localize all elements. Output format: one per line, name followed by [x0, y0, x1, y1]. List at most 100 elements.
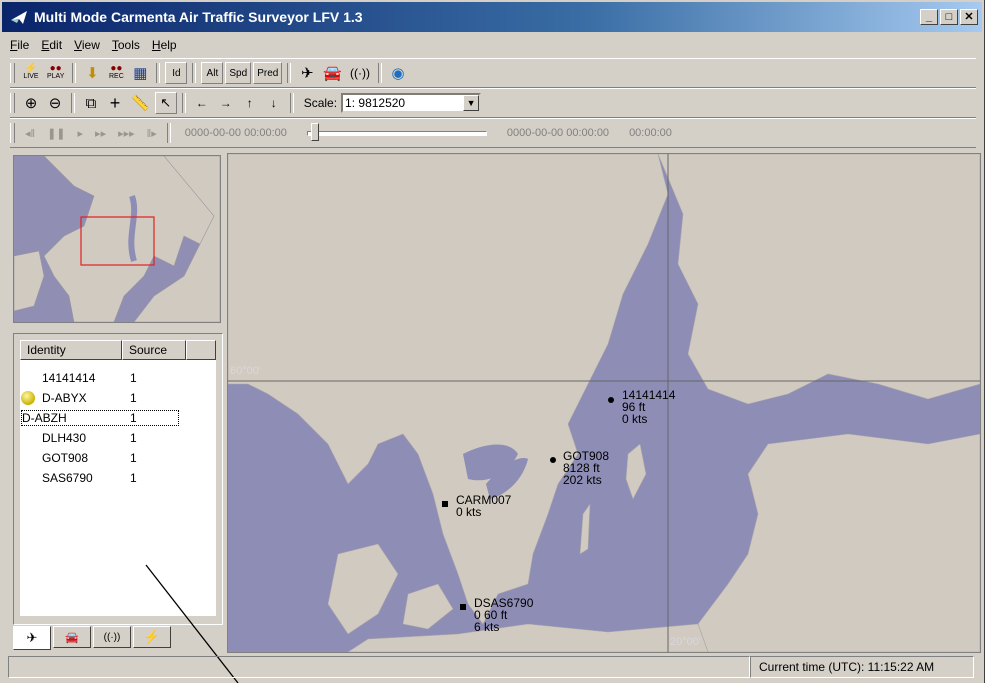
toolbar-separator — [192, 63, 197, 83]
scale-dropdown[interactable]: 1: 9812520 ▼ — [341, 93, 482, 113]
list-item[interactable]: D-ABYX 1 — [20, 390, 216, 406]
toolbar-separator — [156, 63, 161, 83]
target-carm007-label[interactable]: CARM007 0 kts — [456, 494, 511, 518]
radar-filter-button[interactable]: ((·)) — [347, 62, 373, 84]
list-item[interactable]: 14141414 1 — [20, 370, 216, 386]
playback-slider[interactable] — [306, 123, 487, 141]
rec-label: REC — [109, 73, 124, 80]
target-overlap-marker[interactable] — [460, 604, 466, 610]
minimize-button[interactable]: _ — [920, 9, 938, 25]
select-button[interactable]: ↖ — [154, 92, 177, 114]
target-list[interactable]: 14141414 1 D-ABYX 1 D-ABZH 1 DLH430 1 GO… — [20, 360, 216, 616]
toolbar-separator — [166, 123, 171, 143]
pointer-icon: ↖ — [160, 95, 172, 110]
play-label: PLAY — [47, 73, 65, 80]
pan-left-button[interactable]: ← — [191, 92, 213, 114]
slider-thumb[interactable] — [310, 123, 319, 141]
title-bar[interactable]: Multi Mode Carmenta Air Traffic Surveyor… — [2, 2, 982, 32]
toolbar-grip[interactable] — [10, 63, 15, 83]
toolbar-grip[interactable] — [10, 93, 15, 113]
lightning-icon: ⚡ — [143, 629, 161, 644]
list-item-source: 1 — [130, 391, 137, 405]
globe-icon: ◉ — [391, 65, 405, 82]
target-carm007-marker[interactable] — [442, 501, 448, 507]
pan-right-button[interactable]: → — [215, 92, 237, 114]
scale-value: 1: 9812520 — [345, 96, 406, 110]
column-identity[interactable]: Identity — [20, 340, 122, 360]
faster-forward-button[interactable]: ▸▸▸ — [112, 127, 141, 140]
measure-button[interactable]: 📏 — [128, 92, 153, 114]
vehicle-filter-button[interactable]: 🚘 — [320, 62, 345, 84]
list-item[interactable]: GOT908 1 — [20, 450, 216, 466]
alt-toggle[interactable]: Alt — [201, 62, 224, 84]
antenna-icon: ((·)) — [103, 631, 121, 643]
play-button[interactable]: ●● PLAY — [44, 62, 67, 84]
menu-help[interactable]: Help — [146, 38, 183, 52]
tab-radar[interactable]: ((·)) — [93, 626, 131, 648]
column-filler — [186, 340, 216, 360]
list-item[interactable]: DLH430 1 — [20, 430, 216, 446]
target-overlap-label[interactable]: DSAS6790 0 60 ft 6 kts — [474, 597, 533, 633]
center-button[interactable]: + — [104, 92, 126, 114]
zoom-out-icon: ⊖ — [48, 95, 62, 112]
close-button[interactable]: ✕ — [960, 9, 978, 25]
list-item-source: 1 — [130, 371, 137, 385]
target-got908-label[interactable]: GOT908 8128 ft 202 kts — [563, 450, 609, 486]
toolbar-grip[interactable] — [10, 123, 15, 143]
globe-button[interactable]: ◉ — [387, 62, 409, 84]
status-bar: Current time (UTC): 11:15:22 AM — [8, 656, 978, 680]
column-source[interactable]: Source — [122, 340, 186, 360]
crosshair-icon: + — [109, 92, 121, 113]
play-forward-button[interactable]: ▸ — [72, 127, 90, 140]
playback-end-time: 0000-00-00 00:00:00 — [506, 127, 610, 139]
fast-forward-button[interactable]: ▸▸ — [89, 127, 112, 140]
spd-toggle[interactable]: Spd — [225, 62, 252, 84]
pan-down-button[interactable]: ↓ — [263, 92, 285, 114]
tab-aircraft[interactable]: ✈ — [13, 626, 51, 650]
target-got908-marker[interactable] — [550, 457, 556, 463]
target-14141414-label[interactable]: 14141414 96 ft 0 kts — [622, 389, 675, 425]
maximize-button[interactable]: □ — [940, 9, 958, 25]
record-button[interactable]: ●● REC — [105, 62, 127, 84]
list-item-identity: GOT908 — [42, 451, 89, 465]
pred-toggle[interactable]: Pred — [253, 62, 283, 84]
main-map[interactable]: 60°00' 20°00' 14141414 96 ft 0 kts GOT90… — [227, 153, 981, 653]
list-item-focused[interactable]: D-ABZH 1 — [21, 410, 179, 426]
toolbar-separator — [181, 93, 186, 113]
tab-events[interactable]: ⚡ — [133, 626, 171, 648]
target-14141414-marker[interactable] — [608, 397, 614, 403]
menu-tools[interactable]: Tools — [106, 38, 146, 52]
menu-edit[interactable]: Edit — [35, 38, 68, 52]
list-item[interactable]: SAS6790 1 — [20, 470, 216, 486]
playback-toolbar: ◂‖ ❚❚ ▸ ▸▸ ▸▸▸ ‖▸ 0000-00-00 00:00:00 00… — [10, 118, 976, 148]
table-button[interactable]: ▦ — [129, 62, 151, 84]
load-button[interactable]: ⬇ — [81, 62, 103, 84]
overview-map[interactable] — [13, 155, 221, 323]
slider-track — [306, 131, 487, 136]
playback-start-time: 0000-00-00 00:00:00 — [184, 127, 287, 139]
record-reels-icon: ●● — [110, 63, 123, 74]
zoom-in-button[interactable]: ⊕ — [20, 92, 42, 114]
tab-vehicles[interactable]: 🚘 — [53, 626, 91, 648]
list-header: Identity Source — [20, 340, 216, 360]
list-item-identity: SAS6790 — [42, 471, 93, 485]
menu-view[interactable]: View — [68, 38, 106, 52]
pan-up-button[interactable]: ↑ — [239, 92, 261, 114]
car-icon: 🚘 — [65, 631, 79, 644]
target-speed: 202 kts — [563, 473, 602, 487]
main-map-canvas — [228, 154, 980, 652]
airplane-icon: ✈ — [26, 630, 38, 645]
step-forward-button[interactable]: ‖▸ — [141, 127, 163, 140]
menu-file[interactable]: File — [4, 38, 35, 52]
chevron-down-icon[interactable]: ▼ — [463, 95, 480, 111]
zoom-out-button[interactable]: ⊖ — [44, 92, 66, 114]
airplane-app-icon — [11, 11, 27, 24]
live-button[interactable]: ⚡ LIVE — [20, 62, 42, 84]
list-tabs: ✈ 🚘 ((·)) ⚡ — [13, 626, 173, 650]
zoom-box-button[interactable]: ⧉ — [80, 92, 102, 114]
pause-button[interactable]: ❚❚ — [41, 127, 71, 140]
id-toggle[interactable]: Id — [165, 62, 188, 84]
latitude-label: 60°00' — [230, 365, 261, 377]
aircraft-filter-button[interactable]: ✈ — [296, 62, 318, 84]
step-back-button[interactable]: ◂‖ — [19, 127, 41, 140]
